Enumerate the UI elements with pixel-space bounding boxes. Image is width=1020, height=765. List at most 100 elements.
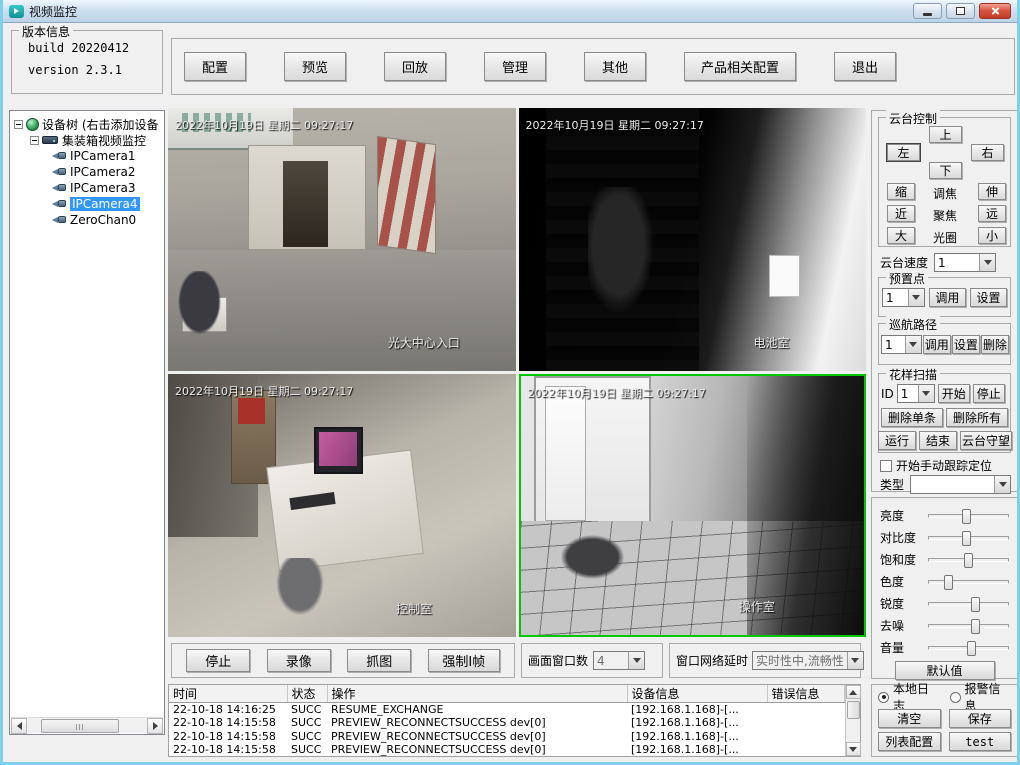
cruise-select[interactable]: 1: [881, 335, 922, 354]
other-button[interactable]: 其他: [584, 52, 646, 81]
save-button[interactable]: 保存: [949, 709, 1012, 728]
saturation-slider[interactable]: [928, 558, 1009, 562]
dropdown-button[interactable]: [994, 476, 1010, 493]
tree-root[interactable]: 设备树 (右击添加设备: [14, 116, 162, 132]
cruise-set-button[interactable]: 设置: [952, 335, 980, 354]
playback-button[interactable]: 回放: [384, 52, 446, 81]
ptz-up-button[interactable]: 上: [929, 126, 962, 143]
preview-button[interactable]: 预览: [284, 52, 346, 81]
slider-thumb[interactable]: [967, 641, 976, 656]
col-status[interactable]: 状态: [287, 685, 327, 703]
preset-call-button[interactable]: 调用: [929, 288, 966, 307]
close-button[interactable]: [979, 3, 1011, 19]
sharpness-slider[interactable]: [928, 602, 1009, 606]
tree-item-ipcamera4-selected[interactable]: IPCamera4: [14, 196, 162, 212]
scrollbar-thumb[interactable]: [847, 701, 860, 719]
pattern-id-select[interactable]: 1: [897, 384, 935, 403]
latency-select[interactable]: 实时性中,流畅性: [752, 651, 864, 670]
tree-item-ipcamera2[interactable]: IPCamera2: [14, 164, 162, 180]
hue-slider[interactable]: [928, 580, 1009, 584]
tree-item-ipcamera3[interactable]: IPCamera3: [14, 180, 162, 196]
tree-group[interactable]: 集装箱视频监控: [14, 132, 162, 148]
ptz-down-button[interactable]: 下: [929, 162, 962, 179]
focus-near-button[interactable]: 近: [887, 205, 915, 222]
record-button[interactable]: 录像: [267, 649, 331, 672]
stop-button[interactable]: 停止: [186, 649, 250, 672]
force-iframe-button[interactable]: 强制I帧: [428, 649, 500, 672]
dropdown-button[interactable]: [918, 385, 934, 402]
pattern-stop-button[interactable]: 停止: [973, 384, 1005, 403]
window-count-select[interactable]: 4: [593, 651, 645, 670]
dropdown-button[interactable]: [905, 336, 921, 353]
col-device-info[interactable]: 设备信息: [627, 685, 767, 703]
cruise-delete-button[interactable]: 删除: [981, 335, 1009, 354]
ptz-watch-button[interactable]: 云台守望: [960, 431, 1012, 450]
title-bar[interactable]: 视频监控: [3, 0, 1017, 23]
tree-item-ipcamera1[interactable]: IPCamera1: [14, 148, 162, 164]
dropdown-button[interactable]: [908, 289, 924, 306]
preset-select[interactable]: 1: [882, 288, 925, 307]
delete-all-button[interactable]: 删除所有: [946, 408, 1008, 427]
slider-thumb[interactable]: [971, 619, 980, 634]
video-cell-4-selected[interactable]: 2022年10月19日 星期二 09:27:17 操作室: [519, 374, 867, 637]
list-config-button[interactable]: 列表配置: [878, 732, 941, 751]
video-cell-3[interactable]: 2022年10月19日 星期二 09:27:17 控制室: [168, 374, 516, 637]
video-cell-1[interactable]: 2022年10月19日 星期二 09:27:17 光大中心入口: [168, 108, 516, 371]
iris-close-button[interactable]: 小: [978, 227, 1006, 244]
delete-one-button[interactable]: 删除单条: [881, 408, 943, 427]
col-error-info[interactable]: 错误信息: [767, 685, 845, 703]
dropdown-button[interactable]: [979, 254, 995, 271]
scroll-left-button[interactable]: [11, 718, 27, 734]
log-row[interactable]: 22-10-18 14:15:58 SUCC PREVIEW_RECONNECT…: [169, 729, 845, 742]
local-log-radio[interactable]: [878, 692, 889, 703]
log-header-row[interactable]: 时间 状态 操作 设备信息 错误信息: [169, 685, 845, 703]
col-operation[interactable]: 操作: [327, 685, 627, 703]
slider-thumb[interactable]: [962, 509, 971, 524]
dropdown-button[interactable]: [628, 652, 644, 669]
scrollbar-thumb[interactable]: [41, 719, 119, 733]
slider-thumb[interactable]: [964, 553, 973, 568]
collapse-icon[interactable]: [14, 120, 23, 129]
log-row[interactable]: 22-10-18 14:15:58 SUCC PREVIEW_RECONNECT…: [169, 716, 845, 729]
default-values-button[interactable]: 默认值: [895, 661, 995, 680]
run-button[interactable]: 运行: [878, 431, 916, 450]
denoise-slider[interactable]: [928, 624, 1009, 628]
ptz-speed-select[interactable]: 1: [934, 253, 996, 272]
zoom-out-button[interactable]: 缩: [887, 183, 915, 200]
log-vertical-scrollbar[interactable]: [845, 685, 860, 756]
ptz-right-button[interactable]: 右: [971, 144, 1004, 161]
end-button[interactable]: 结束: [919, 431, 957, 450]
maximize-button[interactable]: [946, 3, 975, 19]
log-row[interactable]: 22-10-18 14:16:25 SUCC RESUME_EXCHANGE […: [169, 703, 845, 717]
focus-far-button[interactable]: 远: [978, 205, 1006, 222]
scroll-up-button[interactable]: [846, 685, 861, 699]
exit-button[interactable]: 退出: [834, 52, 896, 81]
log-row[interactable]: 22-10-18 14:15:58 SUCC PREVIEW_RECONNECT…: [169, 743, 845, 756]
volume-slider[interactable]: [928, 646, 1009, 650]
alarm-info-radio[interactable]: [950, 692, 961, 703]
cruise-call-button[interactable]: 调用: [923, 335, 951, 354]
tree-item-zerochan0[interactable]: ZeroChan0: [14, 212, 162, 228]
col-time[interactable]: 时间: [169, 685, 287, 703]
minimize-button[interactable]: [913, 3, 942, 19]
brightness-slider[interactable]: [928, 514, 1009, 518]
slider-thumb[interactable]: [944, 575, 953, 590]
snapshot-button[interactable]: 抓图: [347, 649, 411, 672]
contrast-slider[interactable]: [928, 536, 1009, 540]
manual-track-checkbox[interactable]: [880, 460, 892, 472]
iris-open-button[interactable]: 大: [887, 227, 915, 244]
zoom-in-button[interactable]: 伸: [978, 183, 1006, 200]
slider-thumb[interactable]: [971, 597, 980, 612]
preset-set-button[interactable]: 设置: [970, 288, 1007, 307]
pattern-start-button[interactable]: 开始: [938, 384, 970, 403]
clear-button[interactable]: 清空: [878, 709, 941, 728]
ptz-left-button[interactable]: 左: [887, 144, 920, 161]
scroll-right-button[interactable]: [147, 718, 163, 734]
scroll-down-button[interactable]: [846, 742, 861, 756]
type-select[interactable]: [910, 475, 1011, 494]
product-config-button[interactable]: 产品相关配置: [684, 52, 796, 81]
collapse-icon[interactable]: [30, 136, 39, 145]
tree-horizontal-scrollbar[interactable]: [11, 717, 163, 733]
test-button[interactable]: test: [949, 732, 1012, 751]
dropdown-button[interactable]: [847, 652, 863, 669]
